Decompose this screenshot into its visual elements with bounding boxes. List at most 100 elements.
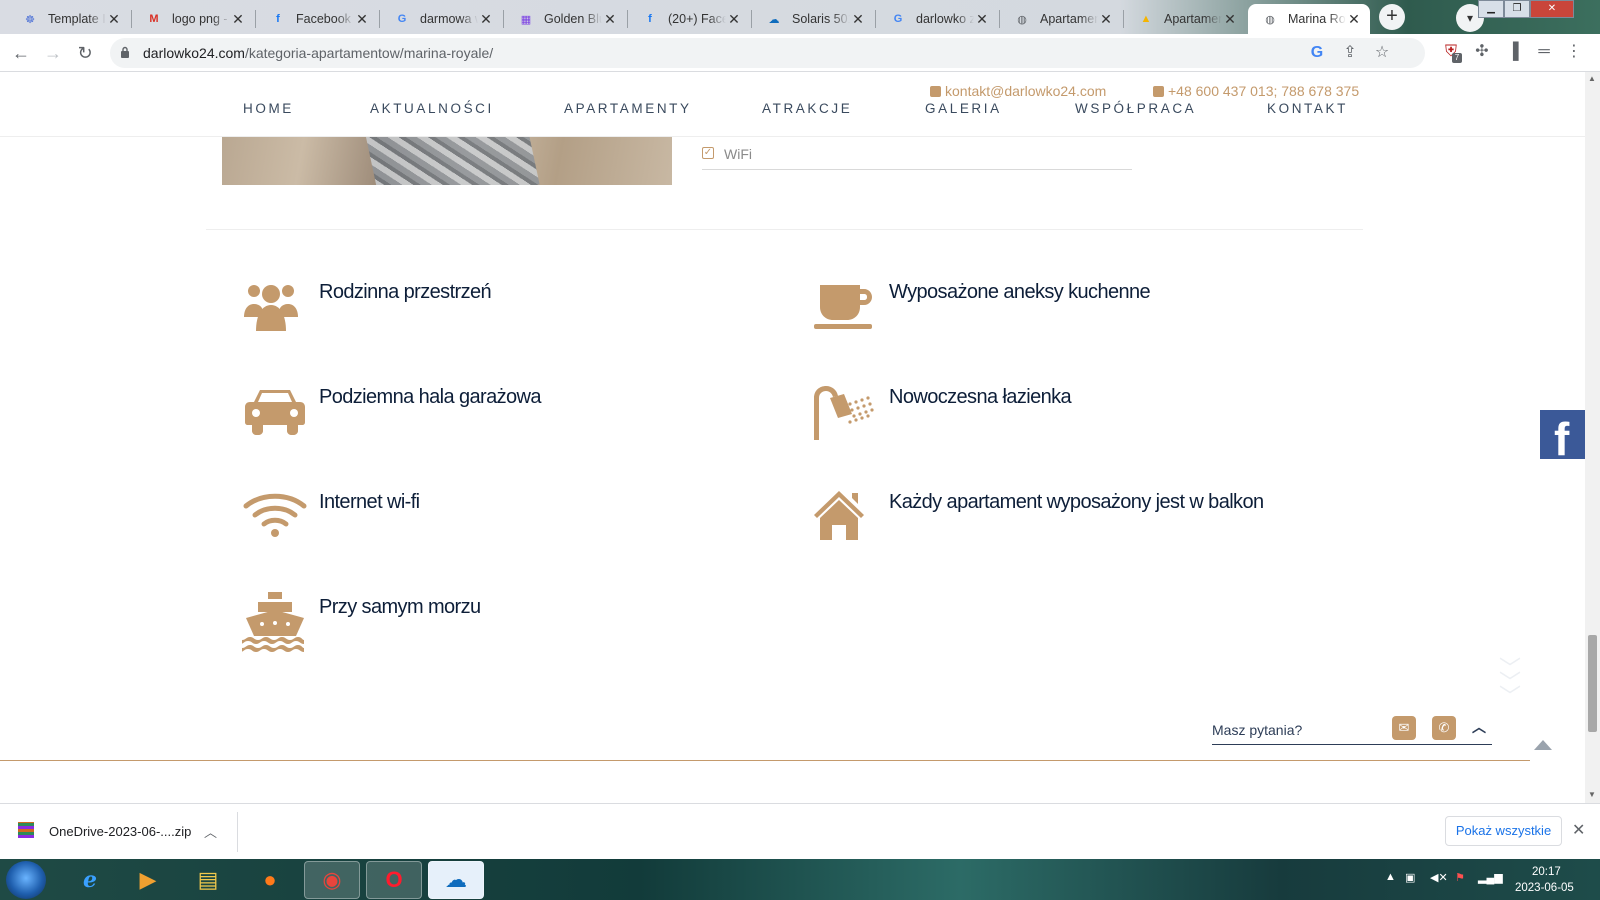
close-icon[interactable]: ✕ — [106, 11, 122, 28]
coffee-cup-icon — [814, 285, 872, 329]
scrollbar-thumb[interactable] — [1588, 635, 1597, 732]
car-icon — [245, 390, 305, 435]
download-file-name: OneDrive-2023-06-....zip — [49, 824, 192, 839]
feature-label: Nowoczesna łazienka — [889, 386, 1072, 408]
amenity-label: WiFi — [724, 146, 752, 162]
extensions-puzzle-icon[interactable]: ✣ — [1471, 41, 1493, 63]
browser-tab[interactable]: Gdarlowko za✕ — [876, 4, 998, 34]
reload-icon[interactable]: ↻ — [72, 40, 98, 66]
feature-family: Rodzinna przestrzeń — [242, 275, 762, 345]
calendar-icon: ▦ — [520, 13, 532, 26]
browser-tab[interactable]: ▲ Apartamen ✕ — [1124, 4, 1246, 34]
start-button[interactable] — [6, 861, 46, 899]
signal-icon[interactable]: ▂▄▆ — [1478, 871, 1503, 884]
google-icon: G — [397, 13, 407, 25]
browser-tab[interactable]: Mlogo png - ✕ — [132, 4, 254, 34]
close-icon[interactable]: ✕ — [1222, 11, 1238, 28]
clock-date[interactable]: 2023-06-05 — [1515, 882, 1574, 894]
close-icon[interactable]: ✕ — [354, 11, 370, 28]
firefox-icon[interactable]: ● — [242, 861, 298, 899]
new-tab-button[interactable]: + — [1379, 4, 1405, 30]
footer-divider — [0, 760, 1530, 761]
close-icon[interactable]: ✕ — [1098, 11, 1114, 28]
close-icon[interactable]: ✕ — [850, 11, 866, 28]
tray-expand-icon[interactable]: ▲ — [1385, 871, 1396, 883]
menu-dots-icon[interactable]: ⋮ — [1563, 41, 1585, 63]
feature-label: Wyposażone aneksy kuchenne — [889, 281, 1151, 303]
tab-title: Template Ir — [48, 12, 106, 26]
scroll-to-top-icon[interactable] — [1534, 740, 1552, 750]
google-lens-icon[interactable]: G — [1306, 42, 1328, 64]
contact-phone[interactable]: +48 600 437 013; 788 678 375 — [1153, 83, 1359, 99]
network-disconnected-icon[interactable]: ⚑ — [1455, 871, 1465, 884]
network-device-icon[interactable]: ▣ — [1405, 871, 1415, 884]
close-icon[interactable]: ✕ — [726, 11, 742, 28]
browser-tab[interactable]: f Facebook ✕ — [256, 4, 378, 34]
close-icon[interactable]: ✕ — [230, 11, 246, 28]
close-icon[interactable]: ✕ — [1346, 11, 1362, 28]
file-explorer-icon[interactable]: ▤ — [180, 861, 236, 899]
chrome-icon[interactable]: ◉ — [304, 861, 360, 899]
chevron-up-icon[interactable]: ︿ — [204, 822, 217, 841]
page-scrollbar[interactable]: ▲ ▼ — [1585, 72, 1600, 803]
menu-apartamenty[interactable]: APARTAMENTY — [564, 101, 692, 116]
close-icon[interactable]: ✕ — [478, 11, 494, 28]
envelope-icon[interactable]: ✉ — [1392, 716, 1416, 740]
tab-title: Marina Roy — [1288, 12, 1346, 26]
menu-kontakt[interactable]: KONTAKT — [1267, 101, 1348, 116]
clock-time[interactable]: 20:17 — [1532, 866, 1561, 878]
extension-badge: 7 — [1452, 53, 1462, 63]
onedrive-icon[interactable]: ☁ — [428, 861, 484, 899]
browser-tab[interactable]: ☸ Template Ir ✕ — [8, 4, 130, 34]
opera-icon[interactable]: O — [366, 861, 422, 899]
facebook-icon: f — [276, 13, 280, 25]
menu-wspolpraca[interactable]: WSPÓŁPRACA — [1075, 101, 1196, 116]
section-divider — [206, 229, 1363, 230]
profile-icon[interactable]: ═ — [1533, 41, 1555, 63]
show-all-downloads-button[interactable]: Pokaż wszystkie — [1445, 816, 1562, 846]
side-panel-icon[interactable]: ▐ — [1502, 41, 1524, 63]
tab-title: Solaris 501 — [792, 12, 850, 26]
archive-icon — [18, 822, 34, 838]
download-item[interactable]: OneDrive-2023-06-....zip ︿ — [18, 818, 238, 846]
browser-tab[interactable]: Gdarmowa w ✕ — [380, 4, 502, 34]
forward-arrow-icon[interactable]: → — [40, 40, 66, 66]
scroll-up-arrow-icon[interactable]: ▲ — [1588, 74, 1596, 83]
address-bar[interactable]: darlowko24.com/kategoria-apartamentow/ma… — [110, 38, 1425, 68]
facebook-widget-icon[interactable]: f — [1540, 410, 1585, 459]
download-bar: OneDrive-2023-06-....zip ︿ Pokaż wszystk… — [0, 803, 1600, 859]
phone-icon[interactable]: ✆ — [1432, 716, 1456, 740]
contact-email[interactable]: kontakt@darlowko24.com — [930, 83, 1106, 99]
close-window-button[interactable]: ✕ — [1530, 0, 1574, 18]
menu-atrakcje[interactable]: ATRAKCJE — [762, 101, 852, 116]
volume-muted-icon[interactable]: ◀✕ — [1430, 871, 1448, 884]
browser-tab[interactable]: ▦ Golden Blu ✕ — [504, 4, 626, 34]
menu-galeria[interactable]: GALERIA — [925, 101, 1002, 116]
share-icon[interactable]: ⇪ — [1339, 42, 1361, 64]
back-arrow-icon[interactable]: ← — [8, 40, 34, 66]
minimize-button[interactable]: ▁ — [1478, 0, 1504, 18]
internet-explorer-icon[interactable]: e — [62, 861, 118, 899]
browser-tab[interactable]: f (20+) Faceb✕ — [628, 4, 750, 34]
menu-home[interactable]: HOME — [243, 101, 294, 116]
menu-aktualnosci[interactable]: AKTUALNOŚCI — [370, 101, 494, 116]
browser-tab[interactable]: ◍ Apartamen ✕ — [1000, 4, 1122, 34]
drive-icon: ▲ — [1140, 13, 1152, 25]
feature-garage: Podziemna hala garażowa — [242, 380, 762, 450]
restore-button[interactable]: ❐ — [1504, 0, 1530, 18]
browser-tab[interactable]: ☁ Solaris 501 ✕ — [752, 4, 874, 34]
bookmark-star-icon[interactable]: ☆ — [1371, 42, 1393, 64]
feature-kitchen: Wyposażone aneksy kuchenne — [812, 275, 1332, 345]
chevron-up-icon[interactable]: ︿ — [1472, 717, 1486, 737]
questions-bar[interactable]: Masz pytania? ✉ ✆ ︿ — [1212, 712, 1492, 745]
browser-tab[interactable]: ◍ Marina Roy ✕ — [1248, 4, 1370, 34]
close-icon[interactable]: ✕ — [602, 11, 618, 28]
close-icon[interactable]: ✕ — [974, 11, 990, 28]
lock-icon[interactable] — [120, 46, 130, 58]
extension-shield-icon[interactable]: ⛨ 7 — [1440, 41, 1462, 63]
scroll-down-arrow-icon[interactable]: ▼ — [1588, 790, 1596, 799]
house-icon — [814, 491, 864, 540]
close-icon[interactable]: ✕ — [1572, 820, 1585, 840]
family-icon — [244, 285, 298, 331]
media-player-icon[interactable]: ▶ — [120, 861, 176, 899]
